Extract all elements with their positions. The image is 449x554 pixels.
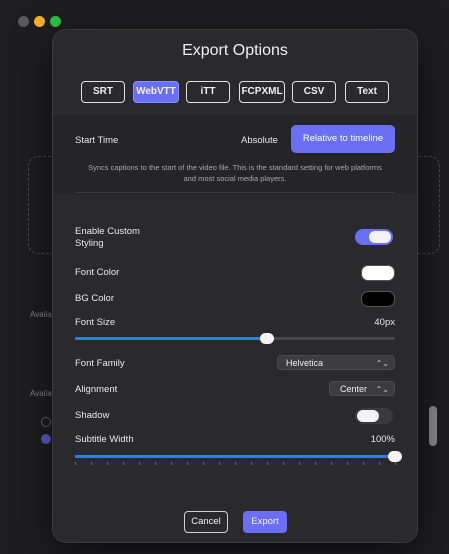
background-radio[interactable]	[41, 417, 51, 427]
start-time-label: Start Time	[75, 135, 119, 146]
bg-color-swatch[interactable]	[361, 291, 395, 307]
enable-custom-styling-toggle[interactable]	[355, 229, 393, 245]
subtitle-width-ticks	[75, 462, 396, 466]
subtitle-width-slider-thumb[interactable]	[388, 451, 402, 462]
font-color-label: Font Color	[75, 267, 120, 278]
font-size-value: 40px	[374, 317, 395, 328]
slider-tick	[171, 462, 172, 465]
slider-tick	[155, 462, 156, 465]
select-chevron-icon: ⌃⌄	[375, 385, 389, 394]
font-family-label: Font Family	[75, 358, 125, 369]
slider-tick	[91, 462, 92, 465]
dialog-title: Export Options	[182, 42, 288, 59]
slider-tick	[251, 462, 252, 465]
slider-tick	[363, 462, 364, 465]
background-radio-selected[interactable]	[41, 434, 51, 444]
select-chevron-icon: ⌃⌄	[375, 359, 389, 368]
format-srt-button[interactable]: SRT	[81, 81, 125, 103]
shadow-label: Shadow	[75, 410, 110, 421]
alignment-select-value: Center	[340, 384, 368, 394]
font-family-select[interactable]: Helvetica ⌃⌄	[277, 355, 395, 370]
format-fcpxml-button[interactable]: FCPXML	[239, 81, 285, 103]
slider-tick	[331, 462, 332, 465]
format-webvtt-button[interactable]: WebVTT	[133, 81, 179, 103]
start-time-relative-option[interactable]: Relative to timeline	[291, 125, 395, 153]
format-segmented-control: SRT WebVTT iTT FCPXML CSV Text	[53, 81, 417, 103]
subtitle-width-value: 100%	[370, 434, 395, 445]
background-label: Availa	[30, 310, 52, 319]
slider-tick	[187, 462, 188, 465]
start-time-absolute-option[interactable]: Absolute	[241, 135, 278, 146]
slider-tick	[203, 462, 204, 465]
shadow-toggle[interactable]	[355, 408, 393, 424]
slider-tick	[219, 462, 220, 465]
slider-tick	[299, 462, 300, 465]
export-button[interactable]: Export	[243, 511, 287, 533]
format-csv-button[interactable]: CSV	[292, 81, 336, 103]
slider-tick	[139, 462, 140, 465]
slider-tick	[75, 462, 76, 465]
window-minimize-icon[interactable]	[34, 16, 45, 27]
start-time-hint: Syncs captions to the start of the video…	[88, 163, 382, 183]
section-divider	[75, 192, 395, 193]
slider-tick	[315, 462, 316, 465]
slider-tick	[379, 462, 380, 465]
slider-tick	[347, 462, 348, 465]
font-color-swatch[interactable]	[361, 265, 395, 281]
slider-tick	[235, 462, 236, 465]
export-options-dialog: Export Options SRT WebVTT iTT FCPXML CSV…	[52, 29, 418, 543]
format-text-button[interactable]: Text	[345, 81, 389, 103]
slider-tick	[123, 462, 124, 465]
alignment-select[interactable]: Center ⌃⌄	[329, 381, 395, 396]
font-size-label: Font Size	[75, 317, 116, 328]
scrollbar-thumb[interactable]	[429, 406, 437, 446]
format-itt-button[interactable]: iTT	[186, 81, 230, 103]
window-maximize-icon[interactable]	[50, 16, 61, 27]
font-family-select-value: Helvetica	[286, 358, 324, 368]
subtitle-width-label: Subtitle Width	[75, 434, 134, 445]
bg-color-label: BG Color	[75, 293, 115, 304]
font-size-slider[interactable]	[75, 332, 395, 346]
enable-custom-styling-label: Enable Custom Styling	[75, 226, 140, 249]
slider-tick	[283, 462, 284, 465]
alignment-label: Alignment	[75, 384, 118, 395]
slider-tick	[395, 462, 396, 465]
background-label: Availa	[30, 389, 52, 398]
cancel-button[interactable]: Cancel	[184, 511, 228, 533]
start-time-section: Start Time Absolute Relative to timeline…	[53, 113, 417, 194]
font-size-slider-thumb[interactable]	[260, 333, 274, 344]
window-close-icon[interactable]	[18, 16, 29, 27]
slider-tick	[267, 462, 268, 465]
slider-tick	[107, 462, 108, 465]
